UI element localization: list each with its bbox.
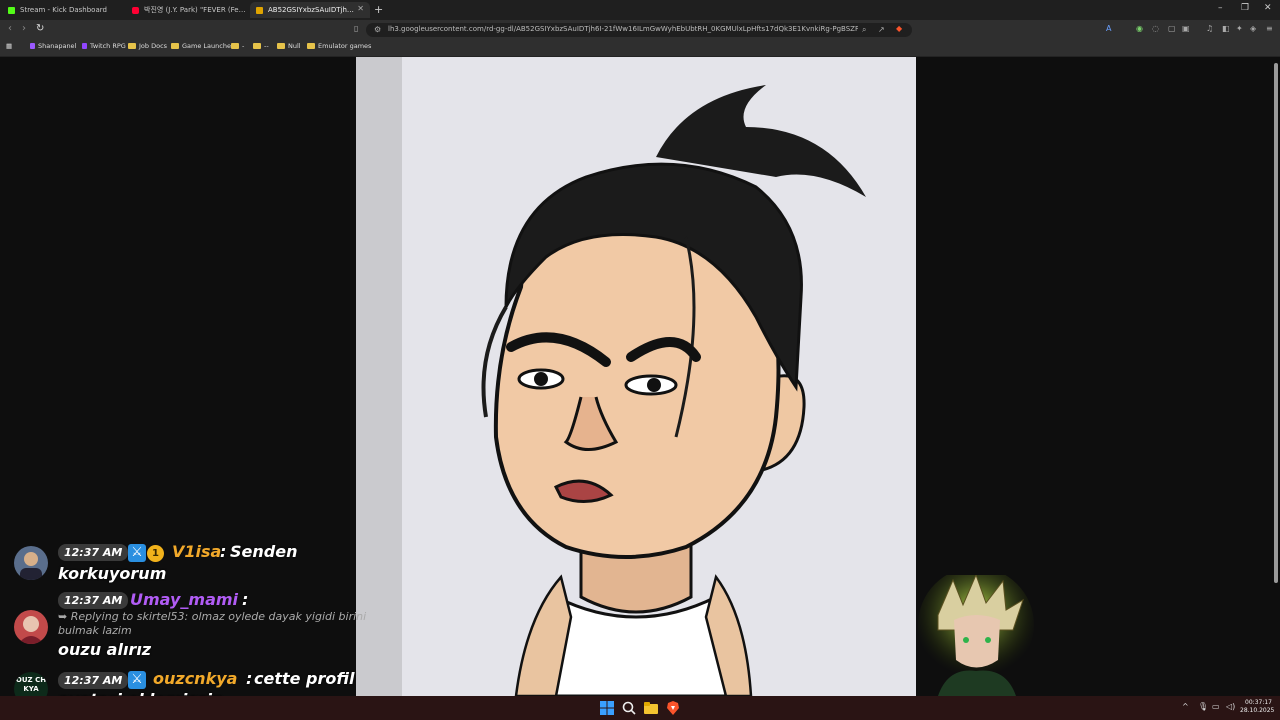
streamer-avatar-overlay [918,567,1034,696]
bookmark-folder[interactable]: Emulator games [307,42,371,50]
url-text[interactable]: lh3.googleusercontent.com/rd-gg-dl/AB52G… [388,25,858,33]
folder-icon [128,43,136,49]
avatar [14,610,48,644]
bookmark-folder[interactable]: - [231,42,244,50]
tab-title: Stream - Kick Dashboard [20,6,107,14]
chat-text: Senden [230,542,298,561]
chat-colon: : [246,669,253,688]
chat-colon: : [242,590,249,609]
tab-kick-dashboard[interactable]: Stream - Kick Dashboard [2,2,122,18]
new-tab-icon[interactable]: + [374,3,383,16]
reload-icon[interactable]: ↻ [36,23,44,34]
apps-grid-icon[interactable]: ▦ [6,42,12,50]
menu-icon[interactable]: ≡ [1266,24,1273,33]
close-window-icon[interactable]: ✕ [1264,3,1272,13]
volume-icon[interactable]: ◁) [1226,702,1235,711]
chat-username[interactable]: Umay_mami [130,590,238,609]
search-icon[interactable]: ⌕ [862,25,866,35]
site-info-icon[interactable]: ⚙ [374,25,381,34]
bookmark-item[interactable]: Shanapanel [30,42,76,50]
extension-icon[interactable]: ◌ [1152,24,1159,33]
bookmark-folder[interactable]: Job Docs [128,42,167,50]
browser-toolbar: ‹ › ↻ ▯ ⚙ lh3.googleusercontent.com/rd-g… [0,20,1280,40]
sword-badge-icon: ⚔ [128,671,146,689]
share-icon[interactable]: ↗ [878,25,885,34]
file-explorer-icon[interactable] [644,701,658,715]
forward-icon[interactable]: › [22,23,26,34]
address-bar[interactable]: ⚙ lh3.googleusercontent.com/rd-gg-dl/AB5… [366,23,912,37]
minimize-icon[interactable]: – [1218,3,1223,13]
chat-timestamp: 12:37 AM [58,592,129,609]
chat-timestamp: 12:37 AM [58,544,129,561]
folder-icon [171,43,179,49]
chat-username[interactable]: V1isa [172,542,221,561]
tab-title: 박진영 (J.Y. Park) "FEVER (Feat. 수퍼비 [144,6,246,14]
bookmark-item[interactable]: Twitch RPG [82,42,126,50]
chat-colon: : [220,542,227,561]
image-favicon-icon [256,6,263,14]
tray-expand-icon[interactable]: ^ [1182,702,1189,711]
bookmark-folder[interactable]: -- [253,42,269,50]
system-clock[interactable]: 00:37:17 28.10.2025 [1240,699,1274,715]
sidebar-icon[interactable]: ◧ [1222,24,1230,33]
translate-icon[interactable]: A [1106,24,1111,33]
page-scrollbar[interactable] [1274,63,1278,583]
folder-icon [231,43,239,49]
tab-youtube-fever[interactable]: 박진영 (J.Y. Park) "FEVER (Feat. 수퍼비 [126,2,246,18]
sword-badge-icon: ⚔ [128,544,146,562]
close-tab-icon[interactable]: ✕ [357,4,364,13]
tab-strip: Stream - Kick Dashboard 박진영 (J.Y. Park) … [0,0,1280,20]
windows-start-icon[interactable] [600,701,614,715]
folder-icon [253,43,261,49]
tab-image-active[interactable]: AB52GSIYxbzSAuIDTjh6I-21fWw ✕ [250,2,370,18]
caricature-illustration [481,85,866,696]
bookmark-icon[interactable]: ▯ [354,24,358,33]
windows-taskbar: ^ 🎙 ▭ ◁) 00:37:17 28.10.2025 [0,696,1280,720]
caricature-image [356,57,916,696]
back-icon[interactable]: ‹ [8,23,12,34]
chat-timestamp: 12:37 AM [58,672,129,689]
avatar [14,546,48,580]
bookmarks-bar: ▦ Shanapanel Twitch RPG Job Docs Game La… [0,40,1280,57]
folder-icon [277,43,285,49]
chat-username[interactable]: ouzcnkya [153,669,237,688]
extension-icon[interactable]: ◉ [1136,24,1143,33]
bookmark-folder[interactable]: Game Launcher [171,42,234,50]
restore-icon[interactable]: ❐ [1241,3,1249,13]
bookmark-folder[interactable]: Null [277,42,301,50]
chat-text: korkuyorum [58,564,167,583]
chat-text: cette profil [254,669,355,688]
reply-context: ➥ Replying to skirtel53: olmaz oylede da… [58,610,367,637]
tab-title: AB52GSIYxbzSAuIDTjh6I-21fWw [268,6,354,14]
network-icon[interactable]: ▭ [1212,702,1220,711]
subscriber-badge-icon: 1 [147,545,164,562]
youtube-favicon-icon [132,6,139,14]
folder-icon [307,43,315,49]
music-icon[interactable]: ♫ [1206,24,1213,33]
sparkle-icon[interactable]: ✦ [1236,24,1243,33]
microphone-icon[interactable]: 🎙 [1198,702,1208,711]
extension-icon[interactable]: ▢ [1168,24,1176,33]
kick-favicon-icon [8,6,15,14]
chat-text: ouzu alırız [58,640,152,659]
extension-icon[interactable]: ▣ [1182,24,1190,33]
vpn-icon[interactable]: ◈ [1250,24,1256,33]
brave-browser-icon[interactable] [666,701,680,715]
brave-shield-icon[interactable]: ◆ [896,24,902,33]
search-icon[interactable] [622,701,636,715]
